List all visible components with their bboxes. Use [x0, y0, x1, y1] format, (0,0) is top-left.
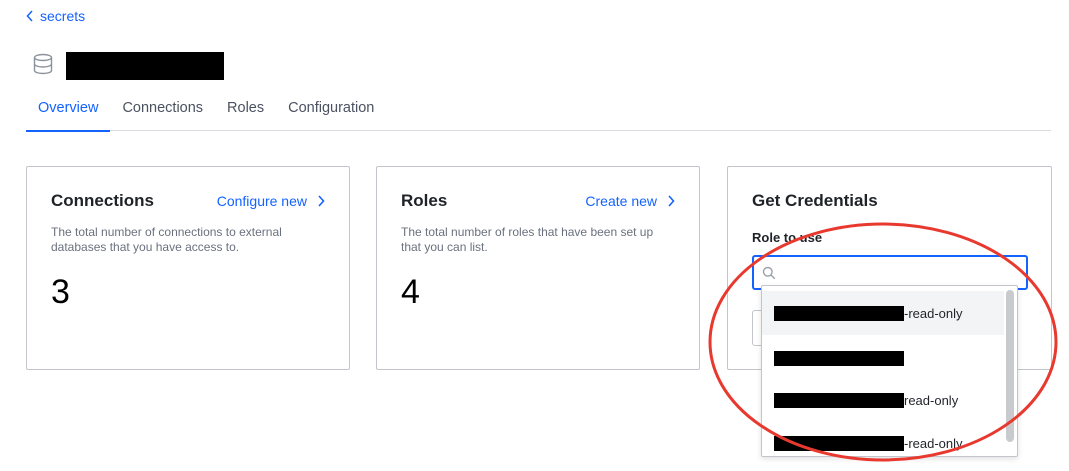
get-credentials-title: Get Credentials	[752, 191, 878, 210]
tab-roles[interactable]: Roles	[215, 90, 276, 131]
role-option[interactable]: -read-only	[762, 291, 1004, 335]
search-icon	[762, 266, 776, 279]
tab-configuration[interactable]: Configuration	[276, 90, 386, 131]
role-option-suffix: read-only	[904, 392, 959, 408]
page-title	[32, 52, 224, 80]
roles-description: The total number of roles that have been…	[401, 225, 654, 254]
breadcrumb[interactable]: secrets	[26, 8, 85, 24]
roles-card-title: Roles	[401, 191, 448, 210]
configure-new-link[interactable]: Configure new	[217, 193, 325, 209]
connections-description: The total number of connections to exter…	[51, 225, 282, 254]
create-new-link[interactable]: Create new	[585, 193, 675, 209]
role-option[interactable]	[762, 336, 1004, 380]
chevron-right-icon	[668, 195, 675, 207]
role-option-suffix: -read-only	[904, 305, 963, 321]
connections-count: 3	[51, 273, 70, 311]
redacted-role-name	[774, 305, 904, 321]
role-option[interactable]: read-only	[762, 378, 1004, 422]
role-option[interactable]: -read-only	[762, 421, 1004, 456]
page: secrets Overview Connections Roles Confi…	[0, 0, 1069, 471]
database-icon	[32, 53, 54, 80]
role-dropdown[interactable]: -read-only read-only -read-only	[761, 285, 1018, 457]
connections-card-title: Connections	[51, 191, 154, 210]
tab-connections[interactable]: Connections	[110, 90, 215, 131]
create-new-label: Create new	[585, 193, 657, 209]
breadcrumb-label: secrets	[40, 8, 86, 24]
role-option-suffix: -read-only	[904, 435, 963, 451]
redacted-role-name	[774, 350, 904, 366]
connections-card: Connections Configure new The total numb…	[26, 166, 350, 370]
redacted-title	[66, 52, 224, 80]
tab-overview[interactable]: Overview	[26, 90, 111, 132]
roles-card: Roles Create new The total number of rol…	[376, 166, 700, 370]
chevron-left-icon	[26, 10, 33, 22]
redacted-role-name	[774, 392, 904, 408]
redacted-role-name	[774, 435, 904, 451]
configure-new-label: Configure new	[216, 193, 307, 209]
role-to-use-label: Role to use	[752, 230, 823, 245]
tab-bar: Overview Connections Roles Configuration	[26, 90, 1051, 132]
roles-count: 4	[401, 273, 420, 311]
chevron-right-icon	[318, 195, 325, 207]
role-search-input[interactable]	[782, 258, 1026, 287]
dropdown-scrollbar[interactable]	[1006, 290, 1014, 442]
